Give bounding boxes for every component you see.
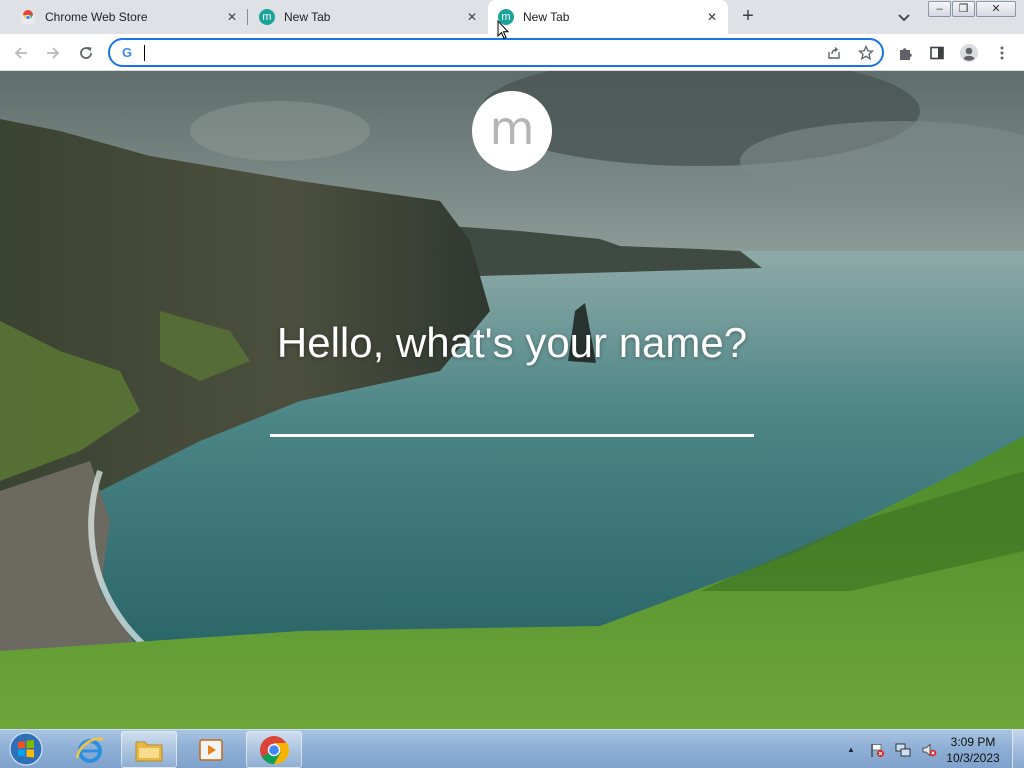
close-icon[interactable]: ✕ <box>704 9 720 25</box>
close-window-button[interactable]: ✕ <box>976 1 1016 17</box>
chevron-down-icon <box>898 14 910 22</box>
windows-start-orb-icon <box>9 732 43 766</box>
network-icon <box>895 743 911 756</box>
windows-taskbar: ▲ 3:09 PM 10/3/2023 <box>0 729 1024 768</box>
share-icon <box>828 47 840 59</box>
side-panel-icon <box>930 46 944 60</box>
avatar-icon <box>960 44 978 62</box>
clock-date: 10/3/2023 <box>946 751 1000 765</box>
forward-button[interactable] <box>40 40 66 66</box>
momentum-new-tab-page: m Hello, what's your name? <box>0 71 1024 729</box>
google-chrome-icon <box>260 735 289 764</box>
logo-letter: m <box>489 101 535 155</box>
minimize-icon: – <box>936 3 943 15</box>
tab-search-button[interactable] <box>894 7 914 27</box>
profile-button[interactable] <box>956 40 982 66</box>
close-icon[interactable]: ✕ <box>224 9 240 25</box>
restore-icon: ❐ <box>958 3 969 15</box>
star-icon <box>858 45 874 61</box>
start-button[interactable] <box>6 731 46 768</box>
folder-icon <box>135 741 163 761</box>
reload-icon <box>80 47 92 59</box>
greeting-heading: Hello, what's your name? <box>276 319 748 366</box>
show-desktop-button[interactable] <box>1012 730 1024 768</box>
new-tab-button[interactable]: + <box>736 5 760 29</box>
text-caret <box>144 45 145 61</box>
flag-alert-icon <box>871 743 884 757</box>
taskbar-clock[interactable]: 3:09 PM 10/3/2023 <box>940 734 1006 766</box>
window-controls: – ❐ ✕ <box>928 1 1017 17</box>
chrome-web-store-icon <box>20 9 36 25</box>
tray-expand-button[interactable]: ▲ <box>842 741 860 759</box>
toolbar: G <box>0 34 1024 71</box>
more-vert-icon <box>1000 46 1004 60</box>
system-tray: ▲ <box>842 730 946 768</box>
minimize-button[interactable]: – <box>928 1 951 17</box>
reload-button[interactable] <box>73 40 99 66</box>
volume-tray-icon[interactable] <box>920 741 938 759</box>
taskbar-internet-explorer[interactable] <box>62 731 118 768</box>
forward-arrow-icon <box>47 47 60 59</box>
omnibox[interactable]: G <box>108 38 884 67</box>
bookmark-button[interactable] <box>856 43 876 63</box>
network-tray-icon[interactable] <box>894 741 912 759</box>
momentum-logo: m <box>472 91 552 171</box>
name-input[interactable] <box>270 389 754 437</box>
tab-title: New Tab <box>284 10 331 24</box>
taskbar-media-player[interactable] <box>183 731 239 768</box>
tab-new-tab-active[interactable]: m New Tab ✕ <box>488 0 728 34</box>
media-player-icon <box>199 738 223 761</box>
close-icon[interactable]: ✕ <box>464 9 480 25</box>
internet-explorer-icon <box>75 737 104 763</box>
close-icon: ✕ <box>991 3 1001 15</box>
taskbar-google-chrome[interactable] <box>246 731 302 768</box>
google-icon: G <box>121 45 133 60</box>
tab-title: Chrome Web Store <box>45 10 148 24</box>
taskbar-file-explorer[interactable] <box>121 731 177 768</box>
back-arrow-icon <box>14 47 27 59</box>
volume-muted-icon <box>922 743 937 756</box>
extensions-button[interactable] <box>893 40 919 66</box>
tab-chrome-web-store[interactable]: Chrome Web Store ✕ <box>0 0 248 34</box>
restore-button[interactable]: ❐ <box>952 1 975 17</box>
mouse-cursor-icon <box>497 20 509 40</box>
menu-button[interactable] <box>989 40 1015 66</box>
puzzle-icon <box>900 48 912 60</box>
action-center-tray-icon[interactable] <box>868 741 886 759</box>
side-panel-button[interactable] <box>924 40 950 66</box>
tab-strip: Chrome Web Store ✕ m New Tab ✕ m New Tab… <box>0 0 1024 34</box>
address-input[interactable] <box>142 43 802 62</box>
back-button[interactable] <box>8 40 34 66</box>
chevron-up-icon: ▲ <box>847 745 855 754</box>
clock-time: 3:09 PM <box>950 735 996 749</box>
tab-title: New Tab <box>523 10 570 24</box>
momentum-icon: m <box>259 9 275 25</box>
share-button[interactable] <box>824 43 844 63</box>
tab-new-tab-1[interactable]: m New Tab ✕ <box>248 0 488 34</box>
